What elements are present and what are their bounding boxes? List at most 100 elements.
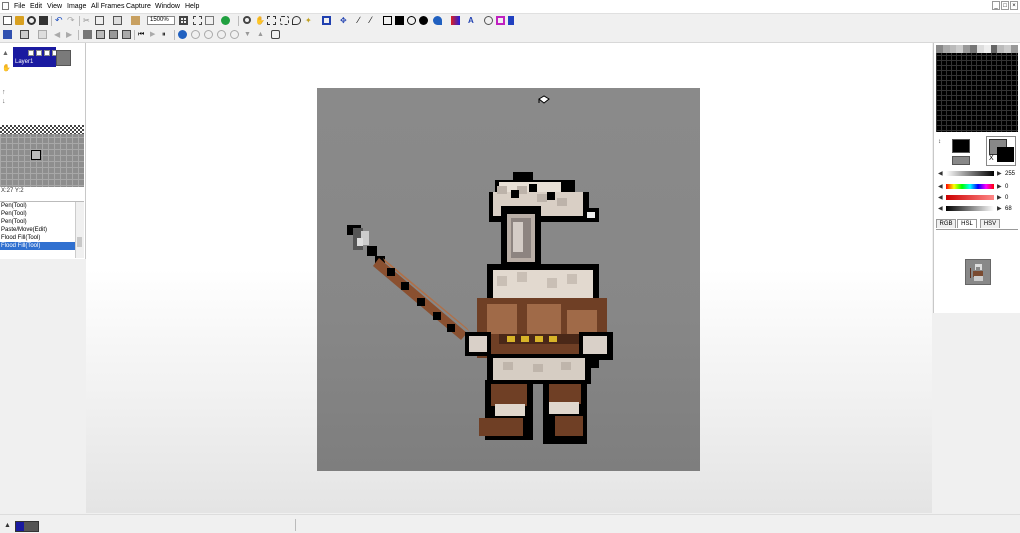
resize-icon[interactable] — [205, 16, 214, 25]
menu-view[interactable]: View — [47, 3, 62, 11]
filled-rectangle-icon[interactable] — [395, 16, 404, 25]
menu-all-frames[interactable]: All Frames — [91, 3, 124, 11]
frame-add-icon[interactable] — [96, 30, 105, 39]
layer-thumbnail[interactable] — [56, 50, 71, 66]
arrow-up-icon[interactable]: ↑ — [2, 89, 6, 96]
play-icon[interactable]: ▶ — [150, 30, 159, 39]
color-palette[interactable] — [936, 45, 1018, 132]
cut-icon[interactable]: ✂ — [83, 16, 92, 25]
first-frame-icon[interactable]: ⏮ — [138, 30, 147, 39]
history-item[interactable]: Paste/Move(Edit) — [0, 226, 84, 234]
menu-edit[interactable]: Edit — [30, 3, 42, 11]
move-icon[interactable]: ✥ — [340, 16, 349, 25]
app-icon[interactable] — [2, 2, 9, 10]
text-tool-icon[interactable]: A — [468, 16, 477, 25]
navigator[interactable] — [0, 125, 84, 187]
frame-settings-icon[interactable] — [83, 30, 92, 39]
history-item[interactable]: Pen(Tool) — [0, 202, 84, 210]
line-icon[interactable]: ⁄ — [370, 16, 379, 25]
menu-capture[interactable]: Capture — [126, 3, 151, 11]
ellipse-icon[interactable] — [407, 16, 416, 25]
history-item[interactable]: Pen(Tool) — [0, 218, 84, 226]
pause-icon[interactable]: ⏸ — [162, 30, 171, 39]
undo-icon[interactable]: ↶ — [55, 16, 64, 25]
redo-icon[interactable]: ↷ — [67, 16, 76, 25]
layer-visible-icon[interactable] — [28, 50, 34, 56]
tab-hsl[interactable]: HSL — [957, 219, 977, 228]
filled-ellipse-icon[interactable] — [419, 16, 428, 25]
save-icon[interactable] — [39, 16, 48, 25]
fill-bucket-icon[interactable] — [433, 16, 442, 25]
sat-right-icon[interactable]: ▶ — [997, 195, 1002, 201]
pen-icon[interactable]: ∕ — [358, 16, 367, 25]
background-swatch-small[interactable] — [952, 156, 970, 165]
next-layer-icon[interactable]: ▶ — [66, 30, 75, 39]
menu-help[interactable]: Help — [185, 3, 199, 11]
hue-slider[interactable] — [946, 184, 994, 189]
restore-button[interactable]: □ — [1001, 1, 1009, 10]
menu-image[interactable]: Image — [67, 3, 86, 11]
onion-next-icon[interactable] — [204, 30, 213, 39]
layer-merge-icon[interactable] — [38, 30, 47, 39]
frame-paste-icon[interactable] — [122, 30, 131, 39]
history-item[interactable]: Pen(Tool) — [0, 210, 84, 218]
frame-arrow-icon[interactable]: ▲ — [4, 522, 11, 529]
arrow-down-icon[interactable]: ↓ — [2, 98, 6, 105]
saturation-slider[interactable] — [946, 195, 994, 200]
foreground-swatch[interactable] — [952, 139, 970, 153]
history-item-selected[interactable]: Flood Fill(Tool) — [0, 242, 84, 250]
grid-icon[interactable] — [179, 16, 188, 25]
layer-link-icon[interactable] — [44, 50, 50, 56]
new-file-icon[interactable] — [3, 16, 12, 25]
tab-hsv[interactable]: HSV — [980, 219, 1000, 228]
rectangle-icon[interactable] — [383, 16, 392, 25]
light-right-icon[interactable]: ▶ — [997, 206, 1002, 212]
layer-icon[interactable] — [3, 30, 12, 39]
hand-tool-icon[interactable]: ✋ — [2, 65, 11, 72]
slider-left-icon[interactable]: ◀ — [938, 171, 943, 177]
crop-icon[interactable] — [193, 16, 202, 25]
onion-all-icon[interactable] — [230, 30, 239, 39]
gradient-icon[interactable] — [451, 16, 460, 25]
menu-file[interactable]: File — [14, 3, 25, 11]
onion-both-icon[interactable] — [217, 30, 226, 39]
rect-select-icon[interactable] — [267, 16, 276, 25]
magnifier-icon[interactable] — [243, 16, 251, 24]
paste-new-icon[interactable] — [131, 16, 140, 25]
value-slider[interactable] — [946, 171, 994, 176]
zoom-select[interactable]: 1500% — [147, 16, 175, 25]
move-down-icon[interactable]: ▼ — [244, 30, 253, 39]
color-picker-icon[interactable] — [496, 16, 505, 25]
pixel-canvas[interactable] — [317, 88, 700, 471]
zoom-icon[interactable] — [27, 16, 36, 25]
copy-icon[interactable] — [95, 16, 104, 25]
color-replace-icon[interactable] — [221, 16, 230, 25]
hand-icon[interactable]: ✋ — [255, 16, 265, 25]
lasso-icon[interactable] — [292, 16, 301, 25]
tag-icon[interactable] — [271, 30, 280, 39]
prev-layer-icon[interactable]: ◀ — [54, 30, 63, 39]
eyedropper-icon[interactable] — [484, 16, 493, 25]
slider-right-icon[interactable]: ▶ — [997, 171, 1002, 177]
layer-up-arrow-icon[interactable]: ▲ — [2, 50, 9, 57]
open-folder-icon[interactable] — [15, 16, 24, 25]
swap-colors-icon[interactable]: X — [989, 155, 994, 162]
layer-options-icon[interactable] — [20, 30, 29, 39]
frame-copy-icon[interactable] — [109, 30, 118, 39]
sat-left-icon[interactable]: ◀ — [938, 195, 943, 201]
hue-right-icon[interactable]: ▶ — [997, 184, 1002, 190]
fg-bg-color-box[interactable]: X — [986, 136, 1016, 166]
menu-window[interactable]: Window — [155, 3, 180, 11]
history-item[interactable]: Flood Fill(Tool) — [0, 234, 84, 242]
lightness-slider[interactable] — [946, 206, 994, 211]
magic-wand-icon[interactable]: ✦ — [305, 16, 314, 25]
onion-skin-icon[interactable] — [178, 30, 187, 39]
history-scrollbar[interactable] — [75, 202, 84, 258]
transform-icon[interactable] — [322, 16, 331, 25]
minimize-button[interactable]: _ — [992, 1, 1000, 10]
move-up-icon[interactable]: ▲ — [257, 30, 266, 39]
paste-icon[interactable] — [113, 16, 122, 25]
layer-lock-icon[interactable] — [36, 50, 42, 56]
swap-arrow-icon[interactable]: ↕ — [938, 139, 941, 145]
navigator-viewport[interactable] — [31, 150, 41, 160]
